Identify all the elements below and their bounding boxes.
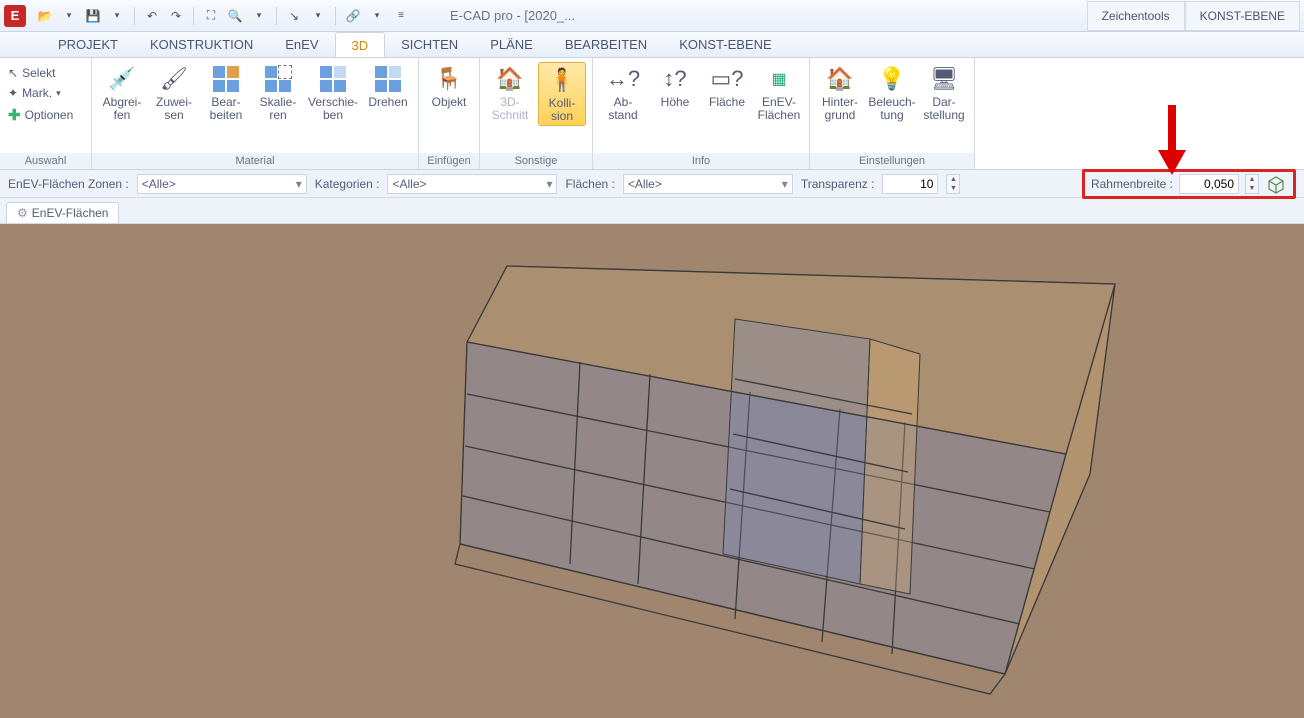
chevron-down-icon[interactable]: ▾ [108,7,126,25]
tab-3d[interactable]: 3D [335,32,386,57]
app-icon[interactable]: E [4,5,26,27]
tab-projekt[interactable]: PROJEKT [42,32,134,57]
tab-konst-ebene[interactable]: KONST-EBENE [663,32,787,57]
section-icon: 🏠 [495,64,525,94]
panel-label-info: Info [593,153,809,169]
rahmenbreite-spinner[interactable]: ▲▼ [1245,174,1259,194]
lighting-icon: 💡 [877,64,907,94]
drehen-button[interactable]: Drehen [364,62,412,111]
panel-label-einstellungen: Einstellungen [810,153,974,169]
link-icon[interactable]: 🔗 [344,7,362,25]
verschieben-button[interactable]: Verschie-ben [306,62,360,124]
optionen-button[interactable]: ✚Optionen [8,106,73,124]
tab-plaene[interactable]: PLÄNE [474,32,549,57]
3d-viewport[interactable]: .edge{stroke:#3a3a3a;stroke-width:1.3;fi… [0,224,1304,718]
flaechen-combo[interactable]: <Alle>▾ [623,174,793,194]
objekt-button[interactable]: 🪑Objekt [425,62,473,123]
tab-konstruktion[interactable]: KONSTRUKTION [134,32,269,57]
panel-label-sonstige: Sonstige [480,153,592,169]
window-title: E-CAD pro - [2020_... [450,8,575,23]
annotation-arrow [1152,100,1192,178]
darstellung-button[interactable]: 🖥Dar-stellung [920,62,968,124]
transparenz-spinner[interactable]: ▲▼ [946,174,960,194]
abstand-button[interactable]: ↔?Ab-stand [599,62,647,124]
display-icon: 🖥 [929,64,959,94]
ribbon: ↖Selekt ✦Mark.▾ ✚Optionen Auswahl 💉Abgre… [0,58,1304,170]
zuweisen-button[interactable]: 🖌Zuwei-sen [150,62,198,124]
abgreifen-button[interactable]: 💉Abgrei-fen [98,62,146,124]
bearbeiten-button[interactable]: Bear-beiten [202,62,250,124]
marker-icon: ✦ [8,86,18,100]
cursor-icon: ↖ [8,66,18,80]
rotate-icon [373,64,403,94]
context-tab-konst-ebene[interactable]: KONST-EBENE [1185,1,1300,31]
collision-icon: 🧍 [547,65,577,95]
selekt-button[interactable]: ↖Selekt [8,66,73,80]
hintergrund-button[interactable]: 🏠Hinter-grund [816,62,864,124]
open-icon[interactable]: 📂 [36,7,54,25]
area-icon: ▭? [712,64,742,94]
zonen-label: EnEV-Flächen Zonen : [8,177,129,191]
hoehe-button[interactable]: ↕?Höhe [651,62,699,123]
titlebar: E 📂 ▾ 💾 ▾ ↶ ↷ ⛶ 🔍 ▾ ↘ ▾ 🔗 ▾ ≡ E-CAD pro … [0,0,1304,32]
move-icon [318,64,348,94]
flaechen-label: Flächen : [565,177,614,191]
background-icon: 🏠 [825,64,855,94]
enev-icon: ▦ [764,64,794,94]
eyedropper-icon: 💉 [107,64,137,94]
undo-icon[interactable]: ↶ [143,7,161,25]
enev-flaechen-button[interactable]: ▦EnEV-Flächen [755,62,803,124]
gear-icon: ⚙ [17,206,28,220]
context-tab-zeichentools[interactable]: Zeichentools [1087,1,1185,31]
tab-bearbeiten[interactable]: BEARBEITEN [549,32,663,57]
filter-toolbar: EnEV-Flächen Zonen : <Alle>▾ Kategorien … [0,170,1304,198]
zoom-icon[interactable]: 🔍 [226,7,244,25]
beleuchtung-button[interactable]: 💡Beleuch-tung [868,62,916,124]
panel-label-einfuegen: Einfügen [419,153,479,169]
brush-icon: 🖌 [159,64,189,94]
quick-access-toolbar: 📂 ▾ 💾 ▾ ↶ ↷ ⛶ 🔍 ▾ ↘ ▾ 🔗 ▾ ≡ [30,7,416,25]
chevron-down-icon[interactable]: ▾ [250,7,268,25]
kategorien-label: Kategorien : [315,177,380,191]
chevron-down-icon[interactable]: ▾ [309,7,327,25]
scale-icon [263,64,293,94]
panel-label-auswahl: Auswahl [0,153,91,169]
zonen-combo[interactable]: <Alle>▾ [137,174,307,194]
redo-icon[interactable]: ↷ [167,7,185,25]
skalieren-button[interactable]: Skalie-ren [254,62,302,124]
chevron-down-icon[interactable]: ▾ [60,7,78,25]
distance-icon: ↔? [608,64,638,94]
save-icon[interactable]: 💾 [84,7,102,25]
plus-icon: ✚ [8,106,21,124]
edit-grid-icon [211,64,241,94]
flaeche-button[interactable]: ▭?Fläche [703,62,751,123]
document-tabstrip: ⚙ EnEV-Flächen [0,198,1304,224]
chair-icon: 🪑 [434,64,464,94]
mark-button[interactable]: ✦Mark.▾ [8,86,73,100]
doc-tab-enev-flaechen[interactable]: ⚙ EnEV-Flächen [6,202,119,223]
tab-sichten[interactable]: SICHTEN [385,32,474,57]
cube-icon[interactable] [1265,173,1287,195]
chevron-down-icon[interactable]: ▾ [368,7,386,25]
rahmenbreite-label: Rahmenbreite : [1091,177,1173,191]
axis-icon[interactable]: ↘ [285,7,303,25]
fullscreen-icon[interactable]: ⛶ [202,7,220,25]
overflow-icon[interactable]: ≡ [392,7,410,25]
tab-enev[interactable]: EnEV [269,32,334,57]
kategorien-combo[interactable]: <Alle>▾ [387,174,557,194]
transparenz-label: Transparenz : [801,177,875,191]
transparenz-input[interactable] [882,174,938,194]
3d-schnitt-button[interactable]: 🏠3D-Schnitt [486,62,534,124]
height-icon: ↕? [660,64,690,94]
kollision-button[interactable]: 🧍Kolli-sion [538,62,586,126]
panel-label-material: Material [92,153,418,169]
ribbon-tabs: PROJEKT KONSTRUKTION EnEV 3D SICHTEN PLÄ… [0,32,1304,58]
